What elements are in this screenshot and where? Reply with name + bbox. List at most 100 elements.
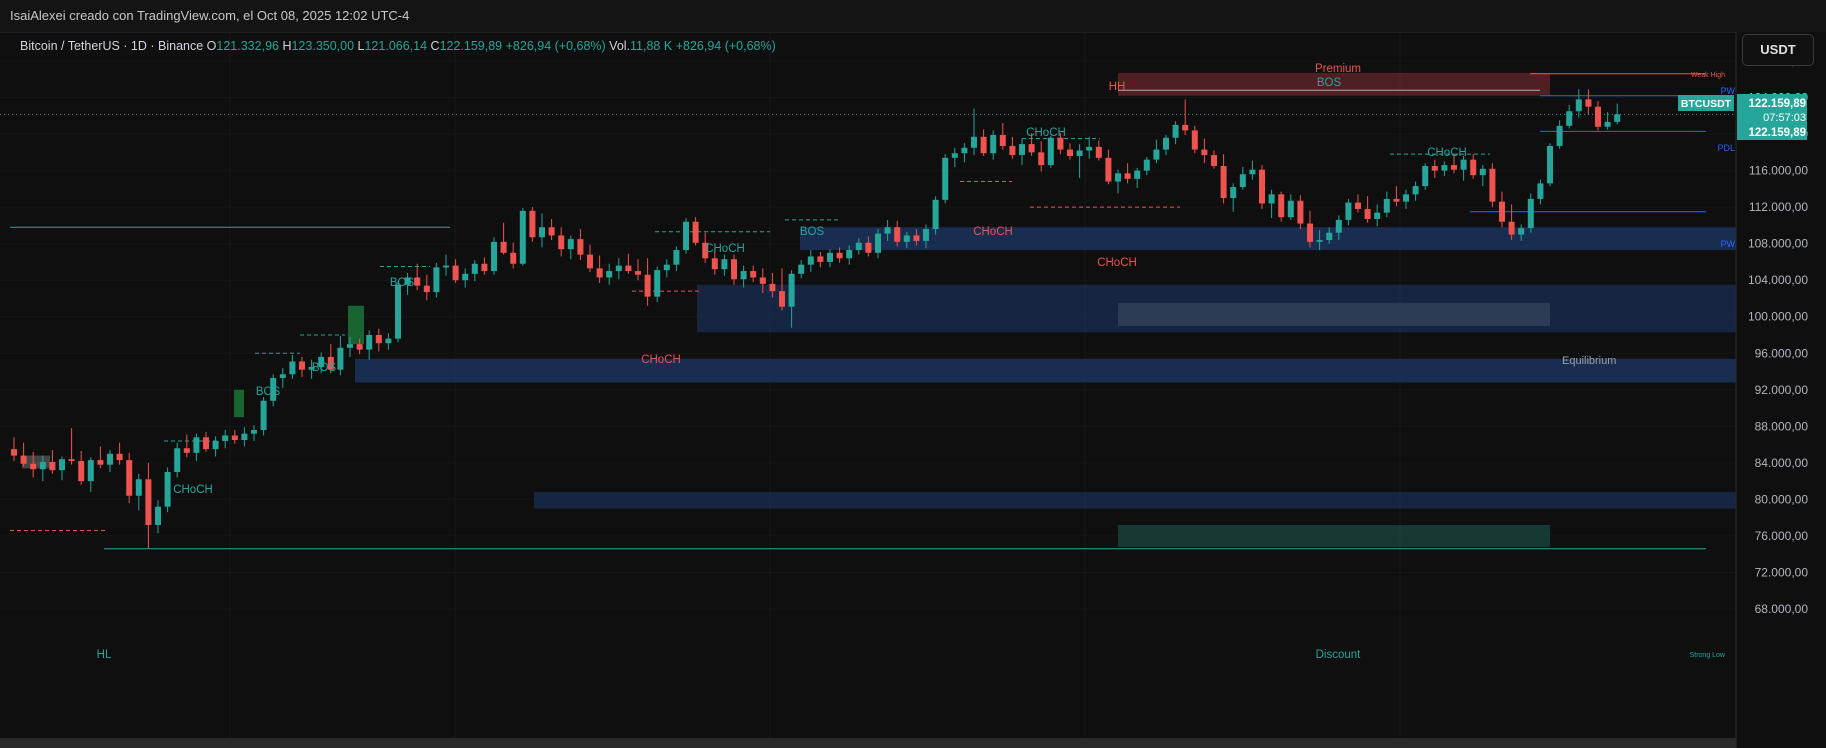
fvg-box-1 [234,389,244,418]
candle-body [279,374,286,378]
candle-body [1009,145,1016,156]
candle-body [596,268,603,278]
candle-body [1345,202,1352,220]
candle-body [673,250,680,265]
currency-button[interactable]: USDT [1742,34,1814,66]
candle-body [1278,194,1285,218]
candle-body [20,455,27,464]
candle-body [711,258,718,270]
candle-body [1028,144,1035,153]
candle-body [49,461,56,471]
candle-body [203,437,209,450]
candle-body [414,277,421,286]
candle-body [145,479,152,525]
equilibrium-label: Equilibrium [1562,355,1616,367]
price-tick-label: 112.000,00 [1749,200,1808,214]
candle-body [500,241,507,253]
bos-label-3: BOS [390,277,415,289]
candle-body [865,242,872,253]
candle-body [740,271,747,280]
candle-body [59,459,65,471]
price-tick-label: 68.000,00 [1755,602,1809,616]
candle-body [260,400,267,430]
candle-body [1086,146,1093,151]
candle-body [116,453,123,461]
price-tag-value-2: 122.159,89 [1748,127,1806,139]
top-bar: IsaiAlexei creado con TradingView.com, e… [0,0,1826,33]
candle-body [366,335,373,350]
candle-body [1038,152,1045,166]
price-tick-label: 72.000,00 [1755,565,1809,579]
candle-body [39,461,46,470]
price-tick-label: 80.000,00 [1755,492,1809,506]
equilibrium-zone [1118,303,1550,326]
close-label: C [430,39,440,53]
candle-body [587,254,593,269]
candle-body [231,435,238,441]
pw-label: PW [1721,86,1736,96]
candle-body [222,435,229,441]
strong-low-label: Strong Low [1690,652,1726,659]
candle-body [1326,232,1333,241]
price-tick-label: 84.000,00 [1755,456,1809,470]
candle-body [625,265,632,272]
change-value: +826,94 (+0,68%) [505,39,606,53]
candle-body [299,361,305,370]
candle-body [155,506,161,525]
candle-body [87,460,94,482]
candle-body [1134,170,1141,179]
candle-body [836,252,843,259]
weak-high-label: Weak High [1691,72,1725,79]
volume-label: Vol. [609,39,631,53]
candle-body [1441,165,1448,171]
candle-body [395,284,401,339]
candle-body [1460,159,1467,170]
candle-body [1191,130,1198,150]
candle-body [980,136,987,154]
candle-body [1556,125,1563,146]
candle-body [491,241,497,272]
time-scrollbar[interactable] [0,738,1736,748]
candle-body [529,210,536,238]
candle-body [846,250,853,259]
hl-label: HL [97,649,112,661]
candle-body [1239,174,1246,188]
candle-body [174,448,181,472]
candle-body [1211,155,1217,167]
candle-body [1230,187,1237,198]
candlestick-chart[interactable]: CHoCH BOS BOS BOS CHoCH BOS CHoCH CHoCH CHoCH CHo… [0,32,1826,748]
bos-label-5: BOS [1317,77,1342,89]
candle-body [1422,166,1429,187]
order-block-zone-1 [534,492,1736,509]
candle-body [951,153,958,158]
candle-body [644,274,651,297]
candle-body [212,440,219,450]
candle-body [894,227,901,242]
price-tick-label: 108.000,00 [1748,237,1808,251]
candle-body [817,256,824,262]
candle-body [1307,223,1313,242]
candle-body [78,461,85,482]
candle-body [942,157,949,200]
candle-body [1374,212,1381,220]
candle-body [1115,173,1121,182]
symbol-name[interactable]: Bitcoin / TetherUS · 1D · Binance [20,39,203,53]
chart-area[interactable]: CHoCH BOS BOS BOS CHoCH BOS CHoCH CHoCH CHoCH CHo… [0,32,1826,748]
candle-body [721,259,728,270]
price-tag-value: 122.159,89 [1748,98,1806,110]
open-label: O [206,39,217,53]
discount-label: Discount [1316,649,1362,661]
candle-body [932,199,939,230]
candle-body [1182,124,1189,131]
choch-label-7: CHoCH [1427,147,1467,159]
candle-body [884,227,891,234]
choch-label-6: CHoCH [1097,257,1137,269]
candle-body [107,453,113,465]
candle-body [97,460,104,465]
candle-body [471,263,478,274]
candle-body [692,221,699,243]
candle-body [385,338,392,344]
candle-body [375,335,382,344]
candle-body [750,271,757,278]
choch-label-1: CHoCH [173,484,213,496]
